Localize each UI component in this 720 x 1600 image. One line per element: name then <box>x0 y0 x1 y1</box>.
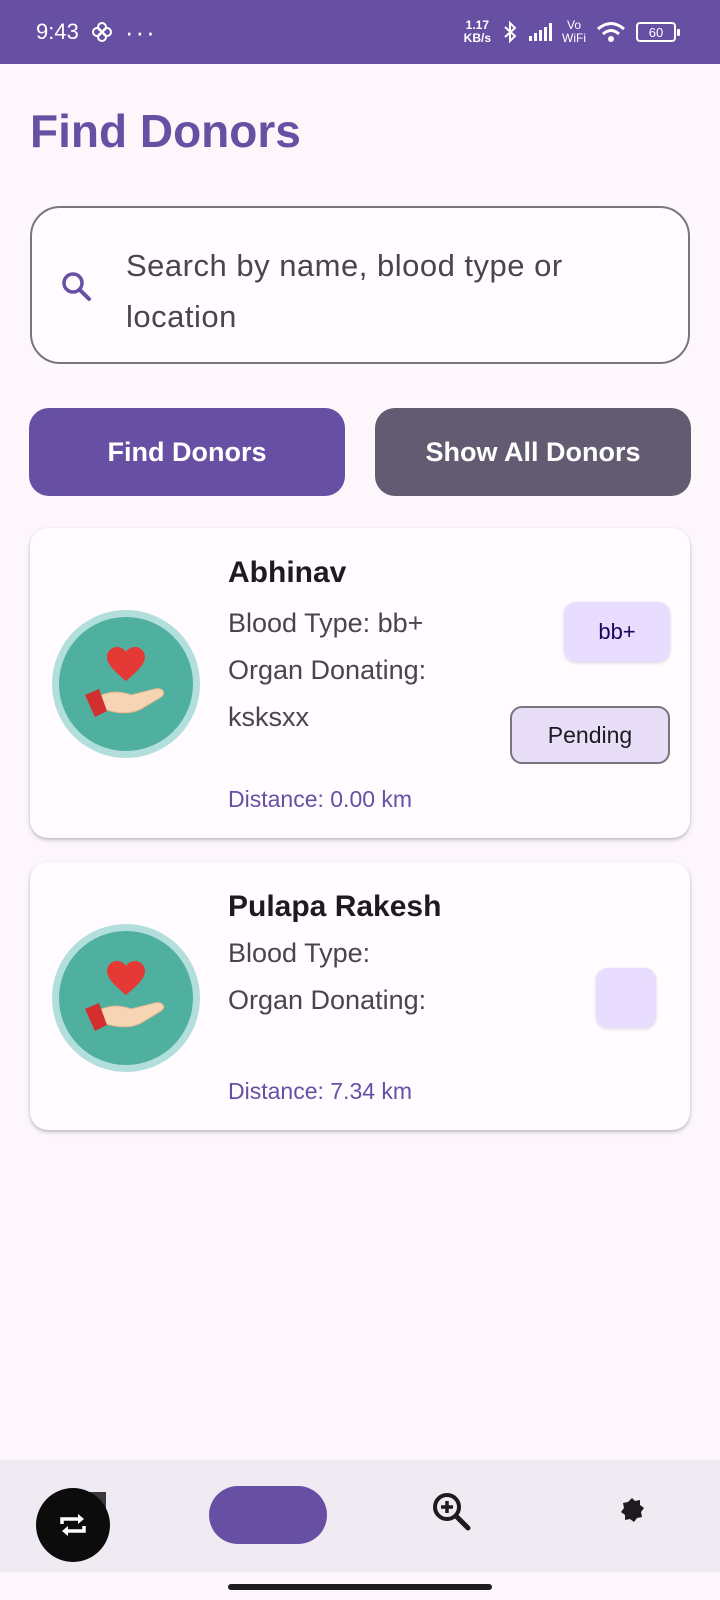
zoom-in-icon[interactable] <box>430 1490 472 1532</box>
donor-distance: Distance: 7.34 km <box>228 1078 413 1104</box>
donor-blood-type: Blood Type: <box>228 938 371 968</box>
status-badge[interactable]: Pending <box>510 706 670 764</box>
find-donors-button[interactable]: Find Donors <box>29 408 345 496</box>
donor-avatar <box>52 610 200 758</box>
repeat-icon <box>60 1514 86 1536</box>
donor-blood-type: Blood Type: bb+ <box>228 608 424 638</box>
status-left: 9:43 ··· <box>36 17 157 48</box>
donor-name: Pulapa Rakesh <box>228 890 442 923</box>
wifi-label: WiFi <box>562 31 586 45</box>
search-icon <box>62 272 91 301</box>
donor-card[interactable]: Abhinav Blood Type: bb+ Organ Donating: … <box>30 528 690 838</box>
battery-icon: 60 <box>636 22 680 42</box>
donor-card[interactable]: Pulapa Rakesh Blood Type: Organ Donating… <box>30 862 690 1130</box>
net-speed: 1.17 KB/s <box>464 19 491 45</box>
status-time: 9:43 <box>36 19 79 44</box>
donor-info: Blood Type: Organ Donating: <box>228 930 488 1024</box>
wifi-icon <box>597 22 625 42</box>
signal-icon <box>529 23 552 41</box>
bluetooth-icon <box>504 20 517 44</box>
show-all-donors-button[interactable]: Show All Donors <box>375 408 691 496</box>
donor-info: Blood Type: bb+ Organ Donating: ksksxx <box>228 600 488 741</box>
donor-avatar <box>52 924 200 1072</box>
settings-icon[interactable] <box>616 1494 648 1526</box>
hand-heart-icon <box>85 647 165 717</box>
home-indicator[interactable] <box>228 1584 492 1590</box>
blood-type-chip: bb+ <box>564 602 670 662</box>
donor-distance: Distance: 0.00 km <box>228 786 413 812</box>
vowifi-indicator: Vo WiFi <box>562 19 586 45</box>
blood-type-chip <box>596 968 656 1028</box>
battery-level: 60 <box>648 24 664 40</box>
status-bar: 9:43 ··· 1.17 KB/s Vo WiFi 60 <box>0 0 720 64</box>
donor-name: Abhinav <box>228 556 347 589</box>
search-bar[interactable] <box>30 206 690 364</box>
net-speed-unit: KB/s <box>463 31 491 45</box>
hand-heart-icon <box>85 961 165 1031</box>
donor-organ: Organ Donating: ksksxx <box>228 655 427 732</box>
status-right: 1.17 KB/s Vo WiFi 60 <box>464 19 680 45</box>
status-more-dots: ··· <box>124 16 157 47</box>
pinwheel-icon <box>91 22 112 42</box>
search-input[interactable] <box>126 240 646 350</box>
nav-item-active[interactable] <box>209 1486 327 1544</box>
donor-organ: Organ Donating: <box>228 985 427 1015</box>
repeat-fab[interactable] <box>36 1488 110 1562</box>
page-title: Find Donors <box>30 105 301 157</box>
